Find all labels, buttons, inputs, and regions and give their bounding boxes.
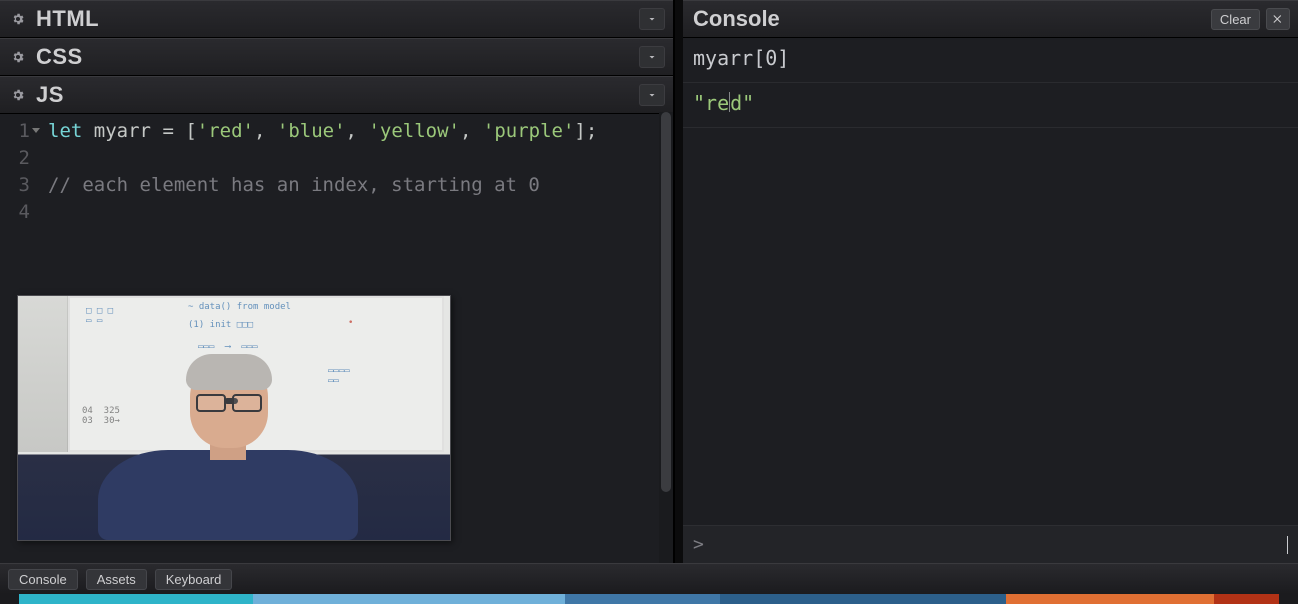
progress-segment[interactable] — [720, 594, 1006, 604]
progress-segment[interactable] — [1214, 594, 1279, 604]
code-line[interactable]: 1let myarr = ['red', 'blue', 'yellow', '… — [0, 118, 673, 145]
progress-segment[interactable] — [253, 594, 565, 604]
clear-button[interactable]: Clear — [1211, 9, 1260, 30]
panel-header-js[interactable]: JS — [0, 76, 673, 114]
gutter-line-number: 1 — [0, 118, 38, 145]
panel-title: CSS — [36, 44, 83, 70]
prompt-symbol: > — [693, 534, 704, 555]
progress-segment[interactable] — [565, 594, 721, 604]
keyboard-button[interactable]: Keyboard — [155, 569, 233, 590]
code-content[interactable]: let myarr = ['red', 'blue', 'yellow', 'p… — [38, 118, 597, 145]
chevron-down-icon[interactable] — [639, 84, 665, 106]
gear-icon[interactable] — [8, 85, 28, 105]
progress-segment[interactable] — [0, 594, 19, 604]
close-icon[interactable] — [1266, 8, 1290, 30]
console-result-row: "red" — [683, 83, 1298, 128]
editor-pane: HTML CSS — [0, 0, 675, 563]
bottom-bar: Console Assets Keyboard — [0, 563, 1298, 594]
console-title: Console — [691, 6, 780, 32]
workspace: HTML CSS — [0, 0, 1298, 563]
console-pane: Console Clear myarr[0]"red" > — [683, 0, 1298, 563]
progress-segment[interactable] — [1279, 594, 1298, 604]
chevron-down-icon[interactable] — [639, 46, 665, 68]
console-button[interactable]: Console — [8, 569, 78, 590]
console-output[interactable]: myarr[0]"red" — [683, 38, 1298, 525]
panel-header-html[interactable]: HTML — [0, 0, 673, 38]
code-content[interactable]: // each element has an index, starting a… — [38, 172, 540, 199]
text-caret — [729, 92, 730, 112]
code-line[interactable]: 3// each element has an index, starting … — [0, 172, 673, 199]
gear-icon[interactable] — [8, 47, 28, 67]
editor-scrollbar[interactable] — [659, 112, 673, 563]
panel-title: HTML — [36, 6, 99, 32]
webcam-overlay: □ □ □ ▭ ▭ ~ data() from model (1) init □… — [17, 295, 451, 541]
console-input-echo-row: myarr[0] — [683, 38, 1298, 83]
gutter-line-number: 2 — [0, 145, 38, 172]
vertical-splitter[interactable] — [675, 0, 683, 563]
chevron-down-icon[interactable] — [639, 8, 665, 30]
text-caret — [1287, 536, 1288, 554]
code-line[interactable]: 2 — [0, 145, 673, 172]
assets-button[interactable]: Assets — [86, 569, 147, 590]
scrollbar-thumb[interactable] — [661, 112, 671, 492]
code-line[interactable]: 4 — [0, 199, 673, 226]
gutter-line-number: 4 — [0, 199, 38, 226]
progress-segment[interactable] — [19, 594, 253, 604]
app-root: HTML CSS — [0, 0, 1298, 604]
progress-segment[interactable] — [1006, 594, 1214, 604]
panel-title: JS — [36, 82, 64, 108]
console-header: Console Clear — [683, 0, 1298, 38]
panel-header-css[interactable]: CSS — [0, 38, 673, 76]
progress-strip[interactable] — [0, 594, 1298, 604]
fold-caret-icon[interactable] — [32, 128, 40, 133]
gutter-line-number: 3 — [0, 172, 38, 199]
gear-icon[interactable] — [8, 9, 28, 29]
console-input-row[interactable]: > — [683, 525, 1298, 563]
